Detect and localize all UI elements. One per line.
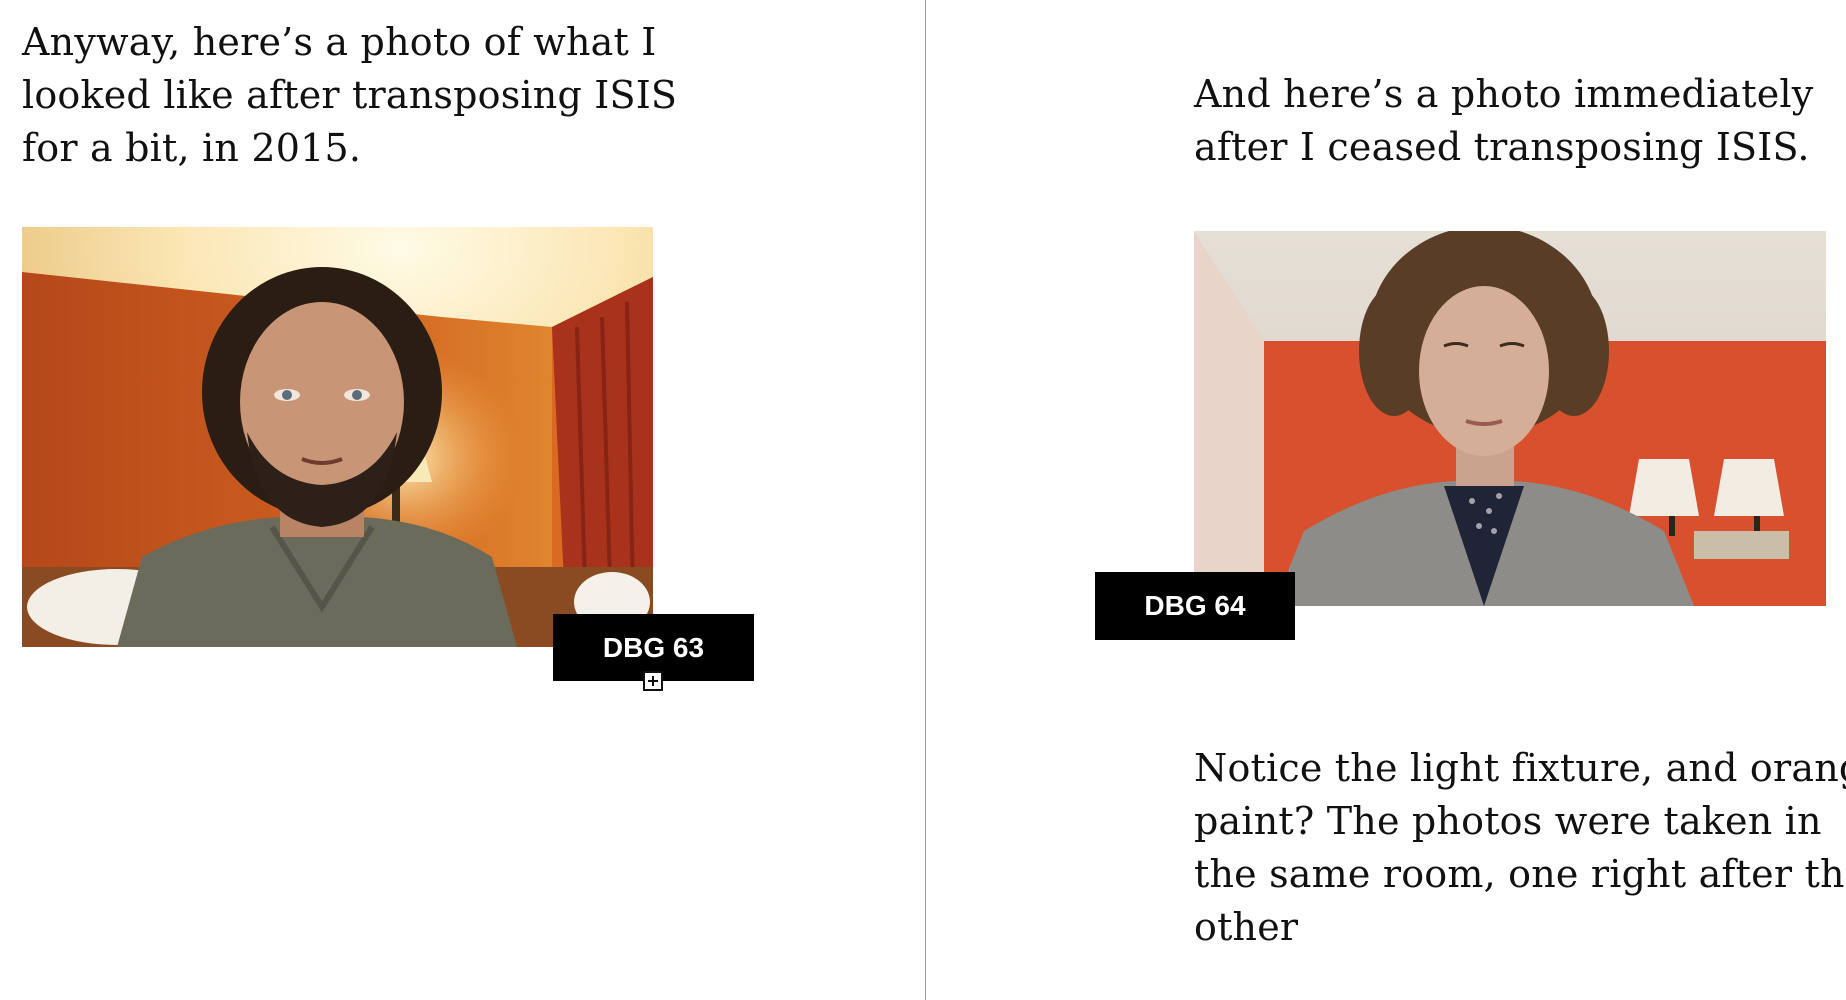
text-line: for a bit, in 2015. <box>22 126 362 170</box>
text-line: Anyway, here’s a photo of what I <box>22 20 657 64</box>
photo-tag-dbg64: DBG 64 <box>1095 572 1295 640</box>
text-line: the same room, one right after the <box>1194 852 1846 896</box>
text-line: looked like after transposing ISIS <box>22 73 678 117</box>
page-divider <box>925 0 926 1000</box>
plus-square-icon[interactable] <box>643 671 663 691</box>
text-line: other <box>1194 905 1299 949</box>
text-line: Notice the light fixture, and orange <box>1194 746 1846 790</box>
right-intro-text: And here’s a photo immediately after I c… <box>1194 68 1813 174</box>
left-intro-text: Anyway, here’s a photo of what I looked … <box>22 16 677 175</box>
right-notice-text: Notice the light fixture, and orange pai… <box>1194 742 1846 954</box>
photo-after <box>1194 231 1826 606</box>
text-line: paint? The photos were taken in <box>1194 799 1822 843</box>
text-line: And here’s a photo immediately <box>1194 72 1814 116</box>
photo-2015-during <box>22 227 653 647</box>
text-line: after I ceased transposing ISIS. <box>1194 125 1810 169</box>
